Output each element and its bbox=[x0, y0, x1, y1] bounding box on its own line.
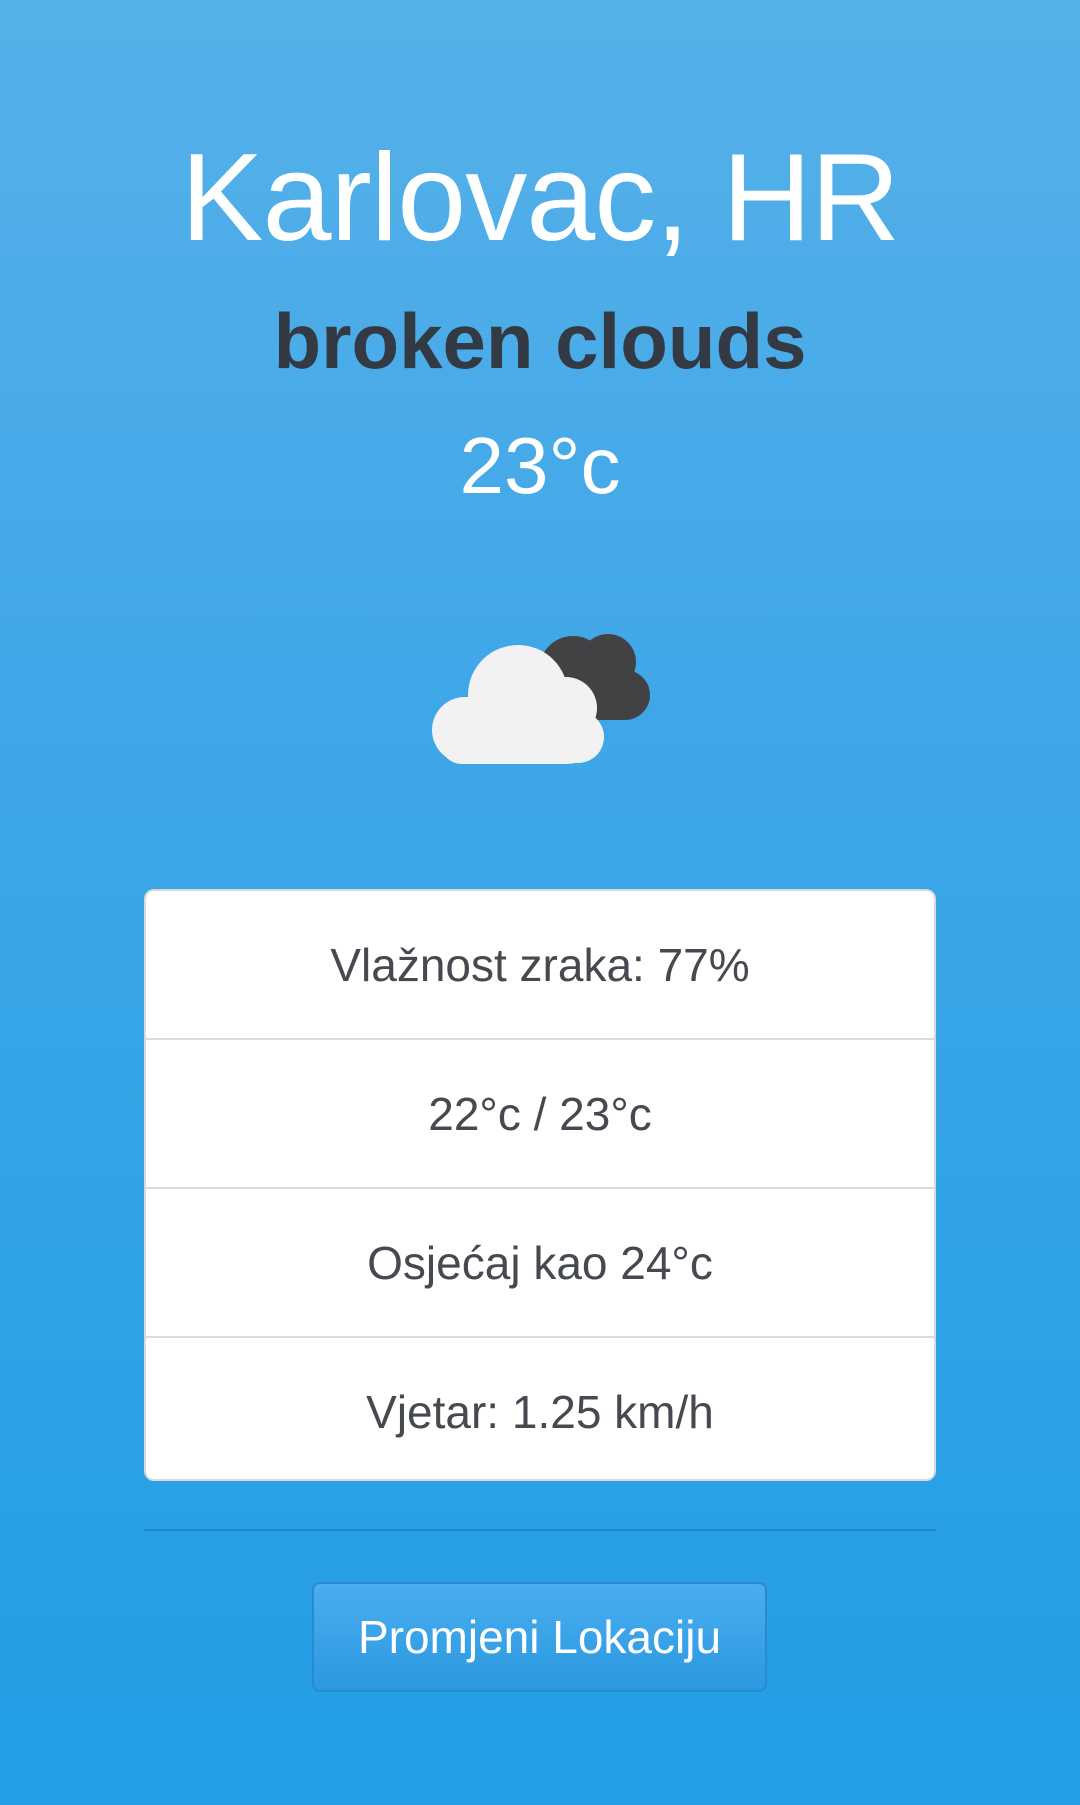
weather-screen: Karlovac, HR broken clouds 23°c Vlažnost… bbox=[0, 0, 1080, 1805]
weather-details-card: Vlažnost zraka: 77% 22°c / 23°c Osjećaj … bbox=[144, 889, 936, 1481]
weather-description: broken clouds bbox=[273, 297, 807, 385]
wind-row: Vjetar: 1.25 km/h bbox=[366, 1385, 714, 1438]
broken-clouds-icon bbox=[432, 634, 650, 764]
feels-like-row: Osjećaj kao 24°c bbox=[146, 1189, 934, 1338]
change-location-button[interactable]: Promjeni Lokaciju bbox=[312, 1582, 767, 1692]
divider bbox=[144, 1529, 936, 1531]
humidity-row: Vlažnost zraka: 77% bbox=[146, 891, 934, 1040]
min-max-temperature-row: 22°c / 23°c bbox=[146, 1040, 934, 1189]
location-title: Karlovac, HR bbox=[180, 129, 900, 267]
current-temperature: 23°c bbox=[459, 421, 621, 510]
